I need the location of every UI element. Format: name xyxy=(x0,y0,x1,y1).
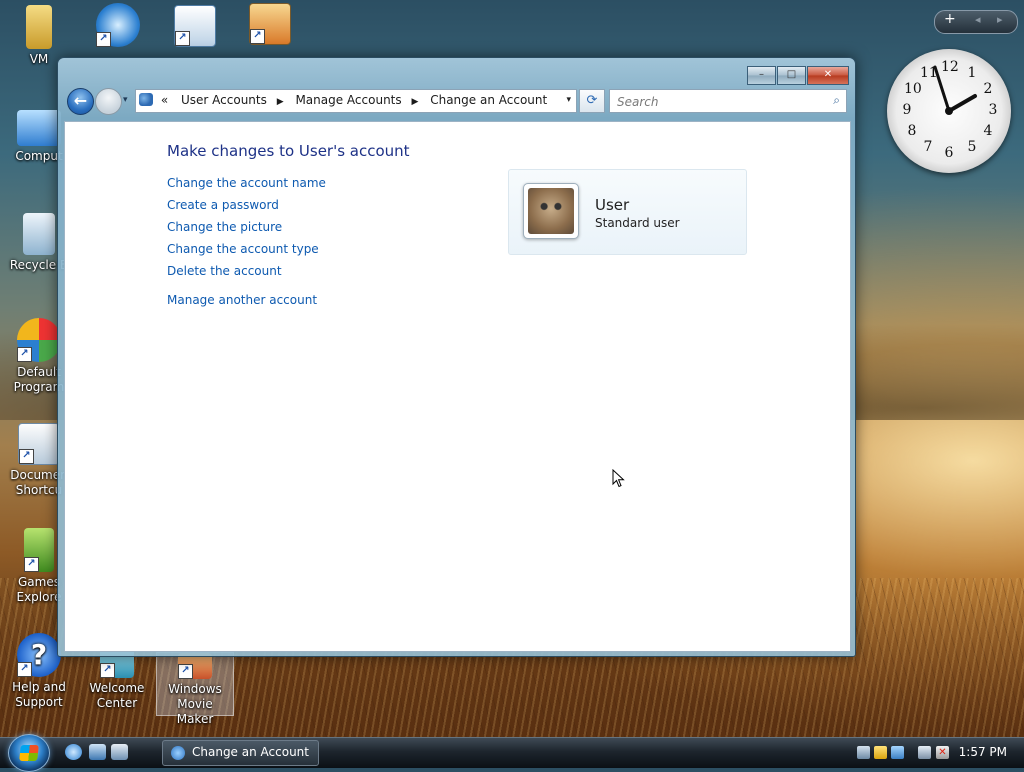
games-icon: ↗ xyxy=(24,528,54,572)
window-controls: – □ ✕ xyxy=(746,66,849,85)
breadcrumb-change-an-account[interactable]: Change an Account xyxy=(430,93,547,107)
shortcut-arrow-icon: ↗ xyxy=(17,662,32,677)
taskbar-button-label: Change an Account xyxy=(192,745,309,759)
breadcrumb: « User Accounts ▶ Manage Accounts ▶ Chan… xyxy=(139,93,551,107)
close-button[interactable]: ✕ xyxy=(807,66,849,85)
manage-another-account-link[interactable]: Manage another account xyxy=(167,292,326,314)
sidebar-controls: + ◂ ▸ xyxy=(934,10,1018,34)
taskbar-clock[interactable]: 1:57 PM xyxy=(959,745,1007,759)
start-button[interactable] xyxy=(8,734,50,772)
shortcut-arrow-icon: ↗ xyxy=(250,29,265,44)
user-name: User xyxy=(595,196,630,214)
shortcut-arrow-icon: ↗ xyxy=(100,663,115,678)
quicklaunch-switch-windows-icon[interactable] xyxy=(111,744,128,760)
desktop-icon-welcome-center[interactable]: ↗ Welcome Center xyxy=(79,648,155,711)
main-content: Make changes to User's account Change th… xyxy=(64,121,851,652)
notification-area: ✕ 1:57 PM xyxy=(854,738,1024,768)
avatar xyxy=(523,183,579,239)
delete-account-link[interactable]: Delete the account xyxy=(167,263,326,285)
calendar-icon: ↗ xyxy=(174,5,216,47)
clock-hands-icon xyxy=(933,65,977,115)
desktop-icon-label: Welcome Center xyxy=(89,681,145,710)
recycle-bin-icon xyxy=(23,213,55,255)
photo-gallery-icon: ↗ xyxy=(249,3,291,45)
breadcrumb-user-accounts[interactable]: User Accounts xyxy=(181,93,267,107)
volume-muted-icon[interactable]: ✕ xyxy=(936,746,949,759)
taskbar-button-change-an-account[interactable]: Change an Account xyxy=(162,740,319,766)
user-account-card: User Standard user xyxy=(508,169,747,255)
shortcut-arrow-icon: ↗ xyxy=(24,557,39,572)
computer-icon xyxy=(17,110,61,146)
navigation-bar: ← ▾ « User Accounts ▶ Manage Accounts ▶ … xyxy=(65,88,848,115)
breadcrumb-separator-icon[interactable]: ▶ xyxy=(411,97,418,107)
address-dropdown-icon[interactable]: ▾ xyxy=(566,95,571,105)
internet-explorer-icon: ↗ xyxy=(96,3,140,47)
forward-button[interactable] xyxy=(95,88,122,115)
desktop-icon-internet-explorer[interactable]: ↗ xyxy=(80,3,156,50)
desktop-icon-calendar[interactable]: ↗ xyxy=(157,5,233,50)
task-list: Change the account name Create a passwor… xyxy=(167,175,326,314)
documents-icon: ↗ xyxy=(18,423,60,465)
previous-gadget-page-button[interactable]: ◂ xyxy=(975,13,981,26)
shortcut-arrow-icon: ↗ xyxy=(19,449,34,464)
shortcut-arrow-icon: ↗ xyxy=(178,664,193,679)
desktop-icon-photo-gallery[interactable]: ↗ xyxy=(232,3,308,48)
add-gadget-button[interactable]: + xyxy=(944,11,956,27)
shortcut-arrow-icon: ↗ xyxy=(17,347,32,362)
security-center-icon[interactable] xyxy=(874,746,887,759)
search-icon[interactable]: ⌕ xyxy=(833,93,840,108)
breadcrumb-overflow[interactable]: « xyxy=(161,93,168,107)
cat-picture-icon xyxy=(528,188,574,234)
search-input[interactable] xyxy=(615,92,819,112)
refresh-button[interactable]: ⟳ xyxy=(579,89,605,113)
default-programs-icon: ↗ xyxy=(17,318,61,362)
change-picture-link[interactable]: Change the picture xyxy=(167,219,326,241)
desktop-icon-label: Help and Support xyxy=(12,680,66,709)
windows-update-icon[interactable] xyxy=(891,746,904,759)
windows-logo-icon xyxy=(19,745,39,761)
breadcrumb-manage-accounts[interactable]: Manage Accounts xyxy=(295,93,401,107)
desktop-icon-windows-movie-maker[interactable]: ↗ Windows Movie Maker xyxy=(156,652,234,726)
next-gadget-page-button[interactable]: ▸ xyxy=(997,13,1003,26)
account-type: Standard user xyxy=(595,216,680,230)
change-account-window: – □ ✕ ← ▾ « User Accounts ▶ Manage Accou… xyxy=(57,57,856,657)
control-panel-icon xyxy=(139,93,153,106)
shortcut-arrow-icon: ↗ xyxy=(96,32,111,47)
create-password-link[interactable]: Create a password xyxy=(167,197,326,219)
taskbar: Change an Account ✕ 1:57 PM xyxy=(0,734,1024,772)
change-account-type-link[interactable]: Change the account type xyxy=(167,241,326,263)
page-title: Make changes to User's account xyxy=(167,142,410,160)
back-button[interactable]: ← xyxy=(67,88,94,115)
address-bar[interactable]: « User Accounts ▶ Manage Accounts ▶ Chan… xyxy=(135,89,577,113)
quicklaunch-show-desktop-icon[interactable] xyxy=(89,744,106,760)
user-accounts-icon xyxy=(171,746,185,760)
clock-gadget[interactable]: 12 1 2 3 4 5 6 7 8 9 10 11 xyxy=(887,49,1011,173)
shortcut-arrow-icon: ↗ xyxy=(175,31,190,46)
help-icon: ? ↗ xyxy=(17,633,61,677)
recent-pages-dropdown[interactable]: ▾ xyxy=(123,95,128,105)
mouse-cursor-icon xyxy=(612,469,625,488)
breadcrumb-separator-icon[interactable]: ▶ xyxy=(277,97,284,107)
safely-remove-hardware-icon[interactable] xyxy=(857,746,870,759)
minimize-button[interactable]: – xyxy=(747,66,776,85)
maximize-button[interactable]: □ xyxy=(777,66,806,85)
desktop-icon-label: Windows Movie Maker xyxy=(168,682,222,726)
search-box: ⌕ xyxy=(609,89,847,113)
network-icon[interactable] xyxy=(918,746,931,759)
folder-icon xyxy=(26,5,52,49)
quicklaunch-internet-explorer-icon[interactable] xyxy=(65,744,82,760)
change-account-name-link[interactable]: Change the account name xyxy=(167,175,326,197)
